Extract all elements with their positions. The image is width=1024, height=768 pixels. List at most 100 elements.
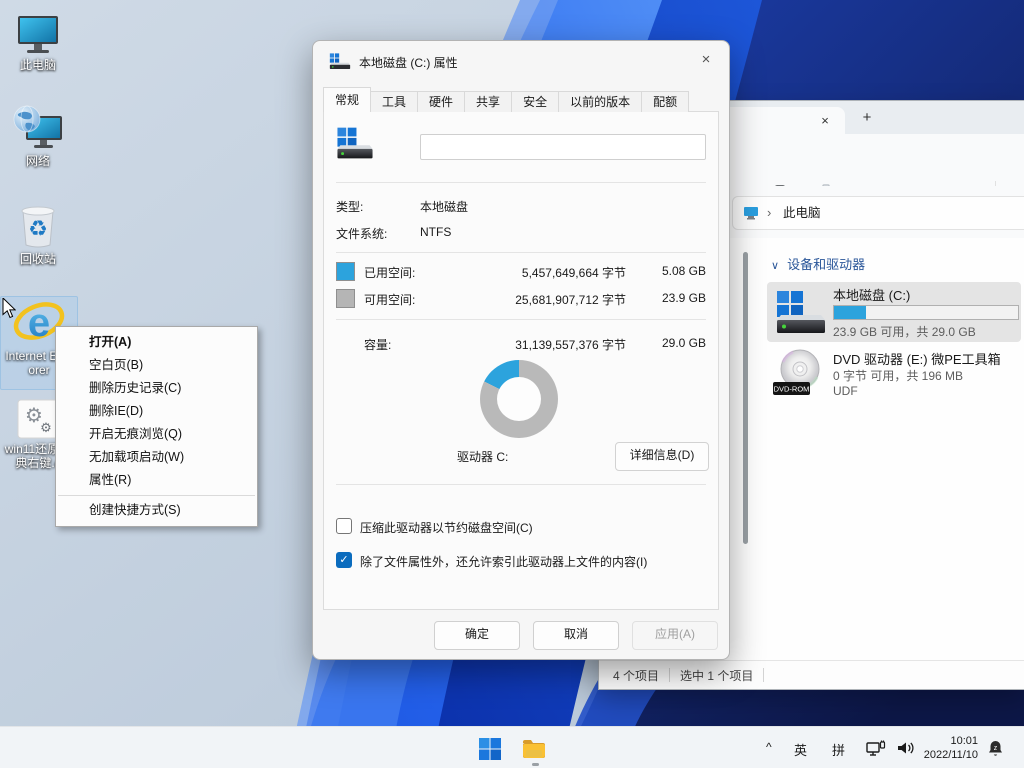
compress-checkbox[interactable]	[336, 518, 352, 534]
desktop-icon-this-pc[interactable]: 此电脑	[0, 14, 76, 72]
menu-item-blank-page[interactable]: 空白页(B)	[56, 354, 257, 377]
tab-sharing[interactable]: 共享	[464, 91, 512, 112]
separator	[336, 484, 706, 485]
menu-item-delete-history[interactable]: 删除历史记录(C)	[56, 377, 257, 400]
separator	[336, 252, 706, 253]
dialog-drive-icon	[329, 52, 351, 70]
type-label: 类型:	[336, 198, 363, 215]
separator	[336, 319, 706, 320]
filesystem-label: 文件系统:	[336, 225, 387, 242]
capacity-size: 29.0 GB	[642, 336, 706, 350]
free-space-label: 可用空间:	[364, 291, 415, 308]
compress-checkbox-label: 压缩此驱动器以节约磁盘空间(C)	[360, 519, 533, 536]
used-space-size: 5.08 GB	[642, 264, 706, 278]
tray-time: 10:01	[916, 734, 978, 748]
type-value: 本地磁盘	[420, 198, 468, 215]
dialog-title: 本地磁盘 (C:) 属性	[359, 54, 458, 71]
ime-language-pinyin[interactable]: 拼	[832, 740, 845, 759]
svg-text:z: z	[994, 745, 998, 752]
tab-quota[interactable]: 配额	[641, 91, 689, 112]
dialog-titlebar: 本地磁盘 (C:) 属性 ×	[313, 41, 729, 79]
notification-bell-icon[interactable]: z	[986, 739, 1005, 758]
details-button[interactable]: 详细信息(D)	[615, 442, 709, 471]
desktop: 此电脑 网络 ♻ 回收站 e	[0, 0, 1024, 768]
tray-chevron-icon[interactable]: ^	[766, 740, 772, 754]
cancel-button[interactable]: 取消	[533, 621, 619, 650]
this-pc-small-icon	[743, 206, 759, 220]
drive-caption: 0 字节 可用，共 196 MB	[833, 367, 963, 384]
tab-previous-versions[interactable]: 以前的版本	[558, 91, 642, 112]
tab-close-icon[interactable]: ×	[815, 111, 835, 131]
capacity-bytes: 31,139,557,376 字节	[466, 336, 626, 353]
tab-hardware[interactable]: 硬件	[417, 91, 465, 112]
breadcrumb-chevron-icon: ›	[767, 197, 771, 228]
tab-general[interactable]: 常规	[323, 87, 371, 112]
menu-item-properties[interactable]: 属性(R)	[56, 469, 257, 492]
desktop-icon-recycle-bin[interactable]: ♻ 回收站	[0, 202, 76, 266]
file-explorer-taskbar-icon[interactable]	[521, 736, 547, 762]
volume-tray-icon[interactable]	[896, 740, 916, 756]
breadcrumb-segment[interactable]: 此电脑	[783, 197, 821, 229]
new-tab-button[interactable]: +	[857, 108, 877, 128]
svg-text:e: e	[28, 301, 50, 345]
free-space-size: 23.9 GB	[642, 291, 706, 305]
dvd-drive-icon: DVD-ROM	[773, 348, 827, 398]
status-divider	[669, 668, 670, 682]
tray-clock[interactable]: 10:01 2022/11/10	[916, 734, 978, 762]
index-checkbox[interactable]: ✓	[336, 552, 352, 568]
ime-language-en[interactable]: 英	[794, 740, 807, 759]
dialog-tabs: 常规 工具 硬件 共享 安全 以前的版本 配额	[323, 87, 688, 112]
separator	[336, 182, 706, 183]
volume-label-input[interactable]	[420, 134, 706, 160]
usage-donut	[480, 360, 558, 438]
used-space-label: 已用空间:	[364, 264, 415, 281]
drive-name: DVD 驱动器 (E:) 微PE工具箱	[833, 349, 1001, 368]
drive-item-local-disk-c[interactable]: 本地磁盘 (C:) 23.9 GB 可用，共 29.0 GB	[767, 282, 1021, 342]
desktop-icon-network[interactable]: 网络	[0, 104, 76, 168]
usage-bar	[833, 305, 1019, 320]
nav-scrollbar[interactable]	[743, 252, 748, 544]
taskbar: ^ 英 拼 10:01 2022/11/10 z	[0, 726, 1024, 768]
network-tray-icon[interactable]	[866, 740, 886, 757]
properties-dialog: 本地磁盘 (C:) 属性 × 常规 工具 硬件 共享 安全 以前的版本 配额 类…	[312, 40, 730, 660]
dvd-badge: DVD-ROM	[774, 385, 810, 394]
free-space-swatch	[336, 289, 355, 308]
free-space-bytes: 25,681,907,712 字节	[466, 291, 626, 308]
drive-item-dvd-e[interactable]: DVD-ROM DVD 驱动器 (E:) 微PE工具箱 0 字节 可用，共 19…	[767, 346, 1021, 404]
drive-icon	[336, 126, 374, 160]
gears-file-icon: ⚙ ⚙	[16, 398, 60, 440]
dialog-buttons: 确定 取消 应用(A)	[434, 621, 718, 650]
index-checkbox-label: 除了文件属性外，还允许索引此驱动器上文件的内容(I)	[360, 553, 647, 570]
tab-security[interactable]: 安全	[511, 91, 559, 112]
desktop-icon-label: 此电脑	[20, 58, 56, 72]
dialog-close-icon[interactable]: ×	[691, 47, 721, 73]
group-chevron-icon: ∨	[771, 260, 779, 272]
svg-text:⚙: ⚙	[40, 420, 52, 435]
menu-item-inprivate[interactable]: 开启无痕浏览(Q)	[56, 423, 257, 446]
menu-item-create-shortcut[interactable]: 创建快捷方式(S)	[56, 499, 257, 522]
used-space-swatch	[336, 262, 355, 281]
tab-tools[interactable]: 工具	[370, 91, 418, 112]
desktop-icon-label: 网络	[26, 154, 50, 168]
group-header-devices-drives[interactable]: ∨设备和驱动器	[771, 254, 865, 273]
drive-filesystem: UDF	[833, 384, 858, 398]
status-selected-count: 选中 1 个项目	[680, 667, 753, 684]
recycle-glyph: ♻	[28, 216, 48, 241]
breadcrumb[interactable]: › 此电脑	[732, 196, 1024, 230]
drive-name: 本地磁盘 (C:)	[833, 285, 910, 304]
used-space-bytes: 5,457,649,664 字节	[466, 264, 626, 281]
filesystem-value: NTFS	[420, 225, 451, 239]
local-disk-icon	[775, 289, 827, 335]
start-button-icon[interactable]	[478, 737, 502, 761]
network-icon	[12, 104, 64, 152]
menu-item-no-addons[interactable]: 无加载项启动(W)	[56, 446, 257, 469]
apply-button[interactable]: 应用(A)	[632, 621, 718, 650]
menu-item-open[interactable]: 打开(A)	[56, 331, 257, 354]
donut-hole	[497, 377, 541, 421]
running-app-indicator	[532, 763, 539, 766]
mouse-cursor	[2, 298, 16, 319]
menu-item-delete-ie[interactable]: 删除IE(D)	[56, 400, 257, 423]
ok-button[interactable]: 确定	[434, 621, 520, 650]
drive-caption: 驱动器 C:	[457, 448, 508, 465]
status-divider	[763, 668, 764, 682]
